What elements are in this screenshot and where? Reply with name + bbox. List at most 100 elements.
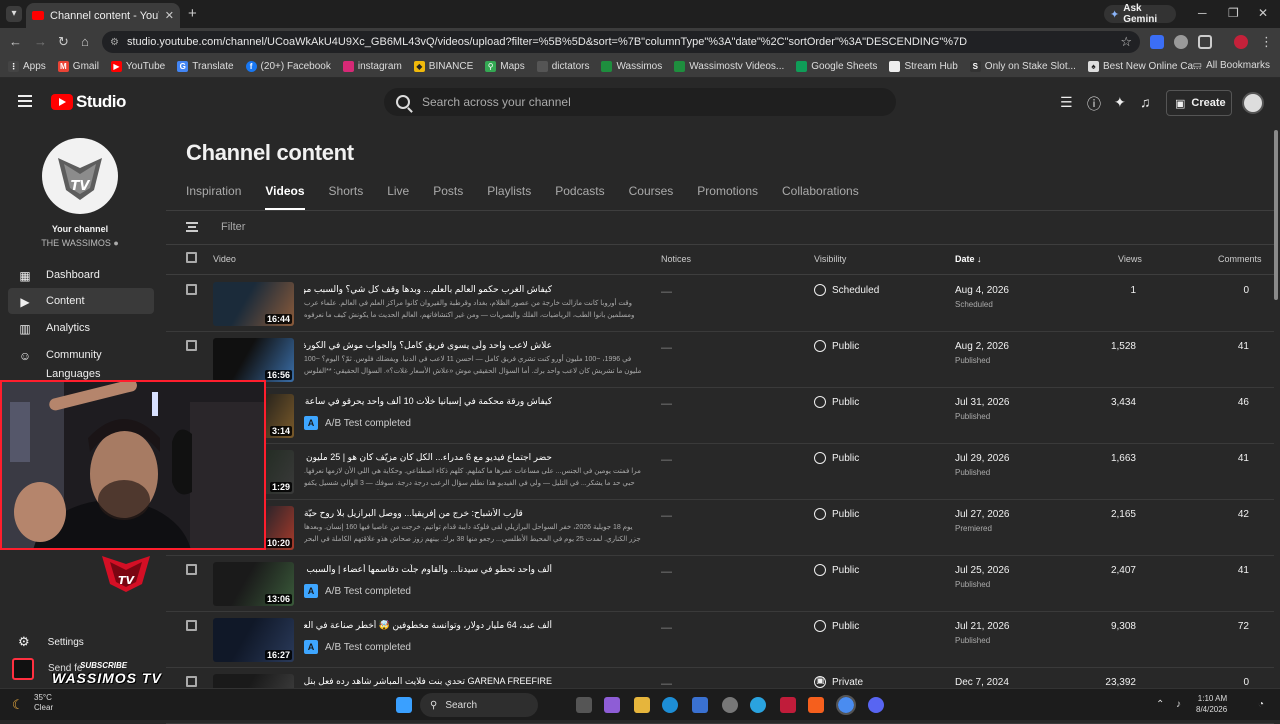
- bookmark-binance[interactable]: ◆ BINANCE: [413, 61, 473, 72]
- create-button[interactable]: ▣ Create: [1166, 90, 1232, 116]
- filter-icon[interactable]: [186, 222, 198, 232]
- video-thumbnail[interactable]: 16:27: [213, 618, 294, 662]
- tab-live[interactable]: Live: [387, 184, 409, 210]
- column-header-video[interactable]: Video: [213, 254, 236, 264]
- column-header-date[interactable]: Date ↓: [955, 254, 982, 264]
- video-title[interactable]: ألف واحد تحطو في سيدنا... والقاوم جلّت د…: [304, 564, 552, 575]
- account-avatar[interactable]: [1242, 92, 1264, 114]
- notification-bell-icon[interactable]: ◔: [1258, 699, 1264, 710]
- bookmark-wassimos[interactable]: Wassimos: [601, 61, 662, 72]
- tab-playlists[interactable]: Playlists: [487, 184, 531, 210]
- bookmark-wassimostv-videos[interactable]: Wassimostv Videos...: [674, 61, 784, 72]
- channel-search[interactable]: Search across your channel: [384, 88, 896, 116]
- studio-logo[interactable]: Studio: [51, 92, 126, 112]
- help-icon[interactable]: ⓘ: [1087, 94, 1101, 114]
- home-icon[interactable]: ⌂: [81, 34, 89, 49]
- visibility-dropdown[interactable]: Public: [814, 340, 859, 352]
- browser-tab[interactable]: Channel content - YouTube Stu ✕: [26, 3, 180, 28]
- tab-courses[interactable]: Courses: [629, 184, 674, 210]
- sidebar-item-content[interactable]: ▶ Content: [8, 288, 154, 314]
- row-checkbox[interactable]: [186, 564, 197, 575]
- sidebar-item-community[interactable]: ☺ Community: [8, 342, 154, 368]
- bookmark-maps[interactable]: ⚲ Maps: [485, 61, 525, 72]
- video-thumbnail[interactable]: 16:44: [213, 282, 294, 326]
- site-info-icon[interactable]: ⚙: [110, 37, 119, 48]
- app-icon[interactable]: [780, 697, 796, 713]
- sidebar-item-languages[interactable]: Languages: [8, 368, 154, 380]
- column-header-views[interactable]: Views: [1118, 254, 1142, 264]
- ask-gemini-button[interactable]: ✦ Ask Gemini: [1104, 3, 1176, 25]
- weather-widget[interactable]: 35°C Clear: [34, 693, 53, 713]
- bookmark-stake-slots[interactable]: S Only on Stake Slot...: [969, 61, 1076, 72]
- menu-icon[interactable]: [18, 95, 32, 107]
- video-title[interactable]: قارب الأشباح: خرج من إفريقيا... ووصل الب…: [304, 508, 552, 519]
- visibility-dropdown[interactable]: ▣ Private: [814, 675, 863, 688]
- extension-icon[interactable]: [1150, 35, 1164, 49]
- filter-input[interactable]: Filter: [221, 221, 245, 233]
- video-thumbnail[interactable]: 13:06: [213, 562, 294, 606]
- bookmark-youtube[interactable]: ▶ YouTube: [110, 61, 165, 72]
- table-row[interactable]: 16:27 ألف عبد، 64 مليار دولار، وتوانسة مخ…: [166, 612, 1274, 668]
- bookmark-online-casino[interactable]: ♠ Best New Online Ca...: [1087, 61, 1201, 72]
- table-row[interactable]: 10:20 قارب الأشباح: خرج من إفريقيا... ووص…: [166, 500, 1274, 556]
- video-thumbnail[interactable]: 16:56: [213, 338, 294, 382]
- video-title[interactable]: GARENA FREEFIRE تحدي بنت فلايت المباشر ش…: [304, 676, 552, 687]
- copilot-icon[interactable]: [604, 697, 620, 713]
- sidebar-item-settings[interactable]: ⚙ Settings: [18, 634, 84, 650]
- bookmark-translate[interactable]: G Translate: [177, 61, 234, 72]
- table-row[interactable]: 13:06 ألف واحد تحطو في سيدنا... والقاوم ج…: [166, 556, 1274, 612]
- back-icon[interactable]: ←: [9, 34, 22, 49]
- minimize-icon[interactable]: ─: [1198, 6, 1207, 20]
- start-icon[interactable]: [396, 697, 412, 713]
- tab-videos[interactable]: Videos: [265, 184, 305, 210]
- tab-shorts[interactable]: Shorts: [329, 184, 364, 210]
- close-window-icon[interactable]: ✕: [1258, 6, 1268, 20]
- chrome-icon[interactable]: [836, 695, 856, 715]
- tab-search-icon[interactable]: ▾: [6, 6, 22, 22]
- bookmark-google-sheets[interactable]: Google Sheets: [796, 61, 877, 72]
- video-title[interactable]: ألف عبد، 64 مليار دولار، وتوانسة مخطوفين…: [304, 620, 552, 631]
- table-row[interactable]: 16:56 علاش لاعب واحد ولّى يسوى فريق كامل؟…: [166, 332, 1274, 388]
- visibility-dropdown[interactable]: Public: [814, 508, 859, 520]
- tab-promotions[interactable]: Promotions: [697, 184, 758, 210]
- clock[interactable]: 1:10 AM 8/4/2026: [1196, 693, 1227, 715]
- all-bookmarks-button[interactable]: ▭ All Bookmarks: [1193, 60, 1270, 71]
- sidebar-item-analytics[interactable]: ▥ Analytics: [8, 315, 154, 341]
- microphone-icon[interactable]: ♪: [1176, 699, 1181, 710]
- tab-close-icon[interactable]: ✕: [165, 9, 174, 22]
- video-title[interactable]: علاش لاعب واحد ولّى يسوى فريق كامل؟ والج…: [304, 340, 552, 351]
- bookmark-star-icon[interactable]: ☆: [1120, 34, 1132, 50]
- taskbar-search[interactable]: ⚲ Search: [420, 693, 538, 717]
- select-all-checkbox[interactable]: [186, 252, 197, 263]
- visibility-dropdown[interactable]: Public: [814, 452, 859, 464]
- channel-avatar[interactable]: TV: [42, 138, 118, 214]
- row-checkbox[interactable]: [186, 676, 197, 687]
- video-title[interactable]: كيفاش الغرب حكمو العالم بالعلم... وبدها …: [304, 284, 552, 295]
- video-title[interactable]: كيفاش ورقة محكمة في إسبانيا خلّات 10 ألف…: [304, 396, 552, 407]
- bookmark-stream-hub[interactable]: Stream Hub: [889, 61, 958, 72]
- browser-menu-icon[interactable]: ⋮: [1260, 34, 1273, 50]
- notifications-icon[interactable]: ♫: [1140, 94, 1151, 110]
- search-input[interactable]: Search across your channel: [422, 95, 571, 109]
- tab-posts[interactable]: Posts: [433, 184, 463, 210]
- visibility-dropdown[interactable]: Public: [814, 620, 859, 632]
- discord-icon[interactable]: [868, 697, 884, 713]
- edge-icon[interactable]: [662, 697, 678, 713]
- column-header-comments[interactable]: Comments: [1218, 254, 1262, 264]
- bookmark-apps[interactable]: ⋮ Apps: [8, 61, 46, 72]
- tab-collaborations[interactable]: Collaborations: [782, 184, 859, 210]
- tray-chevron-icon[interactable]: ⌃: [1156, 699, 1164, 710]
- address-bar[interactable]: ⚙ studio.youtube.com/channel/UCoaWkAkU4U…: [102, 31, 1140, 53]
- bookmark-dictators[interactable]: dictators: [536, 61, 589, 72]
- bookmark-gmail[interactable]: M Gmail: [57, 61, 99, 72]
- sparkle-icon[interactable]: ✦: [1114, 94, 1126, 111]
- bookmark-instagram[interactable]: instagram: [342, 61, 402, 72]
- file-explorer-icon[interactable]: [634, 697, 650, 713]
- app-icon[interactable]: [722, 697, 738, 713]
- extensions-puzzle-icon[interactable]: [1198, 35, 1212, 49]
- column-header-visibility[interactable]: Visibility: [814, 254, 846, 264]
- row-checkbox[interactable]: [186, 284, 197, 295]
- video-title[interactable]: حضر اجتماع فيديو مع 6 مدراء... الكل كان …: [304, 452, 552, 463]
- forward-icon[interactable]: →: [34, 34, 47, 49]
- table-row[interactable]: 16:44 كيفاش الغرب حكمو العالم بالعلم... و…: [166, 276, 1274, 332]
